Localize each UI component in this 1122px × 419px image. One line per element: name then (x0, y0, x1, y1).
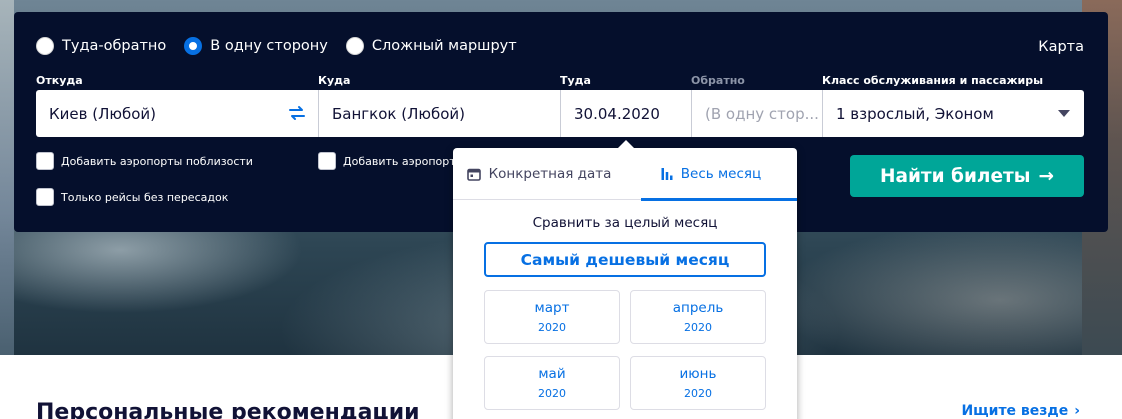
nearby-from-label: Добавить аэропорты поблизости (61, 154, 253, 168)
hero-left-strip (0, 0, 14, 355)
month-name: март (534, 300, 570, 316)
month-year: 2020 (684, 321, 712, 334)
trip-type-oneway[interactable]: В одну сторону (184, 37, 328, 55)
trip-type-multi[interactable]: Сложный маршрут (345, 37, 517, 55)
nearby-from-checkbox[interactable] (36, 152, 54, 170)
return-field[interactable]: (В одну стор... (692, 90, 823, 137)
month-year: 2020 (538, 321, 566, 334)
search-button-label: Найти билеты (880, 165, 1031, 187)
tab-specific-date-label: Конкретная дата (488, 166, 612, 182)
nearby-to-checkbox[interactable] (318, 152, 336, 170)
map-link[interactable]: Карта (1038, 39, 1084, 55)
to-value: Бангкок (Любой) (332, 104, 466, 123)
radio-multi[interactable] (345, 37, 364, 55)
tab-whole-month[interactable]: Весь месяц (625, 148, 797, 201)
explore-link-label: Ищите везде (961, 403, 1069, 419)
month-name: май (538, 366, 566, 382)
depart-field[interactable]: 30.04.2020 (561, 90, 692, 137)
bar-chart-icon (661, 168, 673, 180)
month-card[interactable]: июнь 2020 (630, 356, 766, 410)
recommendations-title: Персональные рекомендации (36, 400, 420, 419)
tab-specific-date[interactable]: Конкретная дата (453, 148, 625, 200)
direct-only-option[interactable]: Только рейсы без пересадок (36, 188, 228, 206)
chevron-down-icon[interactable] (1058, 110, 1070, 117)
search-fields: Киев (Любой) Бангкок (Любой) 30.04.2020 … (36, 90, 1084, 137)
return-label: Обратно (691, 74, 745, 87)
trip-type-group: Туда-обратно В одну сторону Сложный марш… (36, 37, 517, 55)
from-field[interactable]: Киев (Любой) (36, 90, 319, 137)
month-card[interactable]: май 2020 (484, 356, 620, 410)
nearby-to-option[interactable]: Добавить аэропорт (318, 152, 456, 170)
search-button[interactable]: Найти билеты → (850, 155, 1084, 197)
return-placeholder: (В одну стор... (705, 104, 819, 123)
trip-type-oneway-label: В одну сторону (210, 38, 328, 54)
from-label: Откуда (36, 74, 83, 87)
depart-label: Туда (560, 74, 591, 87)
popup-arrow (618, 140, 634, 148)
chevron-right-icon: › (1074, 403, 1080, 419)
calendar-icon (466, 168, 481, 181)
explore-everywhere-link[interactable]: Ищите везде › (961, 403, 1080, 419)
tab-whole-month-label: Весь месяц (680, 166, 762, 182)
date-picker-popup: Конкретная дата Весь месяц Сравнить за ц… (453, 140, 797, 419)
depart-value: 30.04.2020 (574, 104, 660, 123)
trip-type-multi-label: Сложный маршрут (371, 38, 517, 54)
to-label: Куда (318, 74, 351, 87)
compare-month-text: Сравнить за целый месяц (532, 215, 718, 231)
trip-type-round-label: Туда-обратно (62, 38, 167, 54)
class-field[interactable]: 1 взрослый, Эконом (823, 90, 1084, 137)
direct-only-label: Только рейсы без пересадок (61, 190, 229, 204)
arrow-right-icon: → (1038, 165, 1054, 187)
cheapest-month-button[interactable]: Самый дешевый месяц (484, 242, 766, 277)
to-field[interactable]: Бангкок (Любой) (319, 90, 561, 137)
class-value: 1 взрослый, Эконом (836, 104, 994, 123)
nearby-from-option[interactable]: Добавить аэропорты поблизости (36, 152, 253, 170)
month-card[interactable]: март 2020 (484, 290, 620, 344)
field-labels: Откуда Куда Туда Обратно Класс обслужива… (36, 74, 1086, 88)
class-label: Класс обслуживания и пассажиры (822, 74, 1044, 87)
trip-type-round[interactable]: Туда-обратно (36, 37, 166, 55)
month-year: 2020 (684, 387, 712, 400)
month-name: апрель (672, 300, 724, 316)
swap-icon[interactable] (288, 105, 306, 121)
month-card[interactable]: апрель 2020 (630, 290, 766, 344)
direct-only-checkbox[interactable] (36, 188, 54, 206)
month-year: 2020 (538, 387, 566, 400)
nearby-to-label: Добавить аэропорт (343, 154, 456, 168)
from-value: Киев (Любой) (49, 104, 157, 123)
radio-oneway[interactable] (184, 37, 203, 55)
radio-round[interactable] (36, 37, 54, 55)
month-name: июнь (679, 366, 717, 382)
date-picker-tabs: Конкретная дата Весь месяц (453, 148, 797, 201)
